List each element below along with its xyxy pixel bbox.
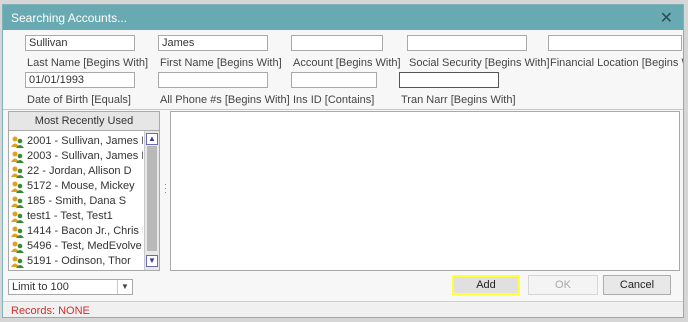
account-person-icon <box>11 196 24 208</box>
recent-account-item[interactable]: 1414 - Bacon Jr., Chris P. <box>11 224 143 239</box>
account-person-icon <box>11 181 24 193</box>
recent-account-label: 2001 - Sullivan, James P <box>27 135 143 147</box>
ssn-input[interactable] <box>407 35 527 51</box>
recent-account-item[interactable]: 5496 - Test, MedEvolve <box>11 239 143 254</box>
recent-list-header: Most Recently Used <box>9 112 159 131</box>
recent-accounts-list: 2001 - Sullivan, James P 2003 - Sullivan,… <box>11 134 143 269</box>
account-person-icon <box>11 136 24 148</box>
recent-account-item[interactable]: 5191 - Odinson, Thor <box>11 254 143 269</box>
title-bar: Searching Accounts... ✕ <box>3 5 683 30</box>
recent-account-item[interactable]: 22 - Jordan, Allison D <box>11 164 143 179</box>
recent-account-label: 5191 - Odinson, Thor <box>27 255 131 267</box>
recent-account-label: 22 - Jordan, Allison D <box>27 165 132 177</box>
results-panel <box>170 111 680 271</box>
last-name-input[interactable] <box>25 35 135 51</box>
recent-accounts-panel: Most Recently Used 2001 - Sullivan, Jame… <box>8 111 160 271</box>
recent-account-label: 5496 - Test, MedEvolve <box>27 240 142 252</box>
ok-button[interactable]: OK <box>528 275 598 295</box>
recent-account-item[interactable]: 185 - Smith, Dana S <box>11 194 143 209</box>
financial-location-input[interactable] <box>548 35 682 51</box>
tran-narr-input[interactable] <box>399 72 499 88</box>
account-person-icon <box>11 151 24 163</box>
chevron-down-icon[interactable]: ▼ <box>117 280 132 294</box>
cancel-button[interactable]: Cancel <box>603 275 671 295</box>
scroll-down-button[interactable]: ▼ <box>146 255 158 267</box>
tran-narr-label: Tran Narr [Begins With] <box>401 94 516 106</box>
limit-select[interactable]: Limit to 100 ▼ <box>8 279 133 295</box>
recent-account-item[interactable]: 2001 - Sullivan, James P <box>11 134 143 149</box>
ins-id-input[interactable] <box>291 72 377 88</box>
recent-account-item[interactable]: 5172 - Mouse, Mickey <box>11 179 143 194</box>
close-icon[interactable]: ✕ <box>660 8 673 28</box>
account-person-icon <box>11 166 24 178</box>
recent-account-label: test1 - Test, Test1 <box>27 210 113 222</box>
recent-list-scrollbar[interactable]: ▲ ▼ <box>144 131 159 270</box>
last-name-label: Last Name [Begins With] <box>27 57 149 69</box>
section-divider <box>3 109 683 110</box>
account-input[interactable] <box>291 35 383 51</box>
phone-input[interactable] <box>158 72 268 88</box>
recent-account-label: 1414 - Bacon Jr., Chris P. <box>27 225 143 237</box>
ins-id-label: Ins ID [Contains] <box>293 94 375 106</box>
recent-account-item[interactable]: test1 - Test, Test1 <box>11 209 143 224</box>
search-accounts-dialog: Searching Accounts... ✕ Last Name [Begin… <box>2 4 684 318</box>
dob-label: Date of Birth [Equals] <box>27 94 131 106</box>
phone-label: All Phone #s [Begins With] <box>160 94 290 106</box>
scroll-up-button[interactable]: ▲ <box>146 133 158 145</box>
dialog-title: Searching Accounts... <box>11 11 128 25</box>
first-name-label: First Name [Begins With] <box>160 57 282 69</box>
limit-value: Limit to 100 <box>12 281 69 293</box>
account-label: Account [Begins With] <box>293 57 401 69</box>
account-person-icon <box>11 241 24 253</box>
account-person-icon <box>11 211 24 223</box>
first-name-input[interactable] <box>158 35 268 51</box>
records-status: Records: NONE <box>11 305 90 317</box>
splitter-grip-icon: · · · <box>164 180 167 197</box>
recent-account-label: 185 - Smith, Dana S <box>27 195 127 207</box>
account-person-icon <box>11 256 24 268</box>
recent-account-label: 5172 - Mouse, Mickey <box>27 180 135 192</box>
ssn-label: Social Security [Begins With] <box>409 57 550 69</box>
status-bar: Records: NONE <box>3 301 683 317</box>
dob-input[interactable] <box>25 72 135 88</box>
add-button[interactable]: Add <box>452 275 520 295</box>
account-person-icon <box>11 226 24 238</box>
recent-account-item[interactable]: 2003 - Sullivan, James P <box>11 149 143 164</box>
scroll-thumb[interactable] <box>147 146 157 251</box>
recent-account-label: 2003 - Sullivan, James P <box>27 150 143 162</box>
financial-location-label: Financial Location [Begins With] <box>550 57 683 69</box>
